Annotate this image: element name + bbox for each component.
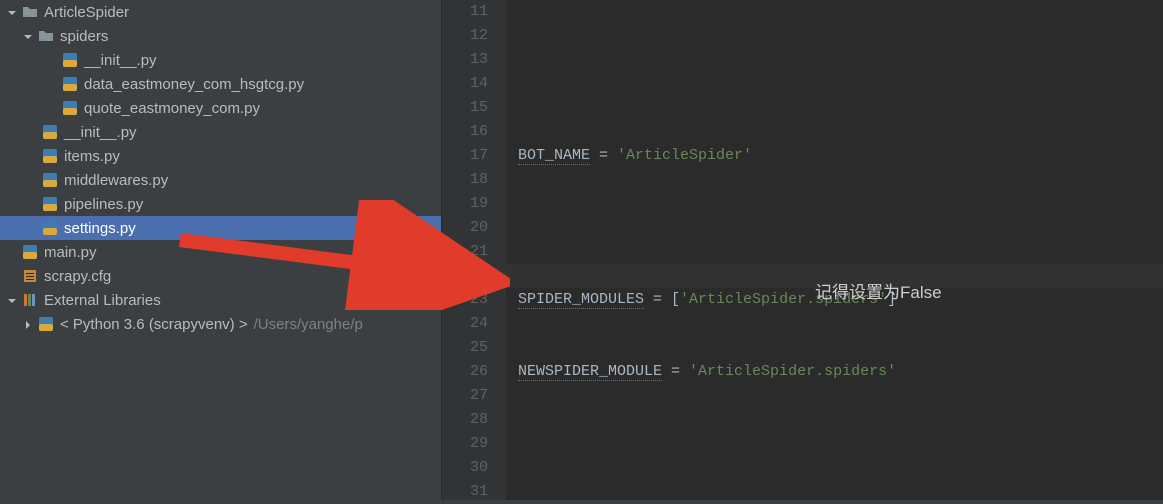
tree-file-items[interactable]: items.py xyxy=(0,144,441,168)
tree-label: settings.py xyxy=(64,220,136,237)
folder-icon xyxy=(22,4,38,20)
tree-label: < Python 3.6 (scrapyvenv) > xyxy=(60,316,248,333)
gutter-line-number: 28 xyxy=(442,408,488,432)
gutter-line-number: 31 xyxy=(442,480,488,504)
python-file-icon xyxy=(42,220,58,236)
gutter-line-number: 13 xyxy=(442,48,488,72)
library-icon xyxy=(22,292,38,308)
gutter-line-number: 23 xyxy=(442,288,488,312)
gutter-line-number: 24 xyxy=(442,312,488,336)
gutter-line-number: 16 xyxy=(442,120,488,144)
gutter-line-number: 26 xyxy=(442,360,488,384)
code-line xyxy=(518,432,1163,456)
gutter-line-number: 30 xyxy=(442,456,488,480)
tree-label: items.py xyxy=(64,148,120,165)
python-file-icon xyxy=(62,52,78,68)
tree-file-init-root[interactable]: __init__.py xyxy=(0,120,441,144)
tree-python-env[interactable]: < Python 3.6 (scrapyvenv) > /Users/yangh… xyxy=(0,312,441,336)
gutter-line-number: 27 xyxy=(442,384,488,408)
tree-label: middlewares.py xyxy=(64,172,168,189)
gutter-line-number: 20 xyxy=(442,216,488,240)
python-file-icon xyxy=(42,172,58,188)
tree-folder-root[interactable]: ArticleSpider xyxy=(0,0,441,24)
python-file-icon xyxy=(42,148,58,164)
python-file-icon xyxy=(62,76,78,92)
gutter-line-number: 17 xyxy=(442,144,488,168)
tree-file-pipelines[interactable]: pipelines.py xyxy=(0,192,441,216)
tree-label: data_eastmoney_com_hsgtcg.py xyxy=(84,76,304,93)
tree-folder-spiders[interactable]: spiders xyxy=(0,24,441,48)
code-line xyxy=(518,216,1163,240)
project-tree-panel: ArticleSpider spiders __init__.py data_e… xyxy=(0,0,442,500)
config-file-icon xyxy=(22,268,38,284)
chevron-right-icon xyxy=(22,318,34,330)
tree-label: ArticleSpider xyxy=(44,4,129,21)
tree-label: External Libraries xyxy=(44,292,161,309)
tree-label: scrapy.cfg xyxy=(44,268,111,285)
editor-gutter[interactable]: 11 12 13 14 15 16 17 18 19 20 21 22 23 2… xyxy=(442,0,506,500)
tree-label: main.py xyxy=(44,244,97,261)
gutter-line-number: 19 xyxy=(442,192,488,216)
gutter-line-number: 29 xyxy=(442,432,488,456)
tree-label: __init__.py xyxy=(84,52,157,69)
python-file-icon xyxy=(22,244,38,260)
tree-file-init-spiders[interactable]: __init__.py xyxy=(0,48,441,72)
code-line: NEWSPIDER_MODULE = 'ArticleSpider.spider… xyxy=(518,360,1163,384)
chevron-down-icon xyxy=(22,30,34,42)
python-sdk-icon xyxy=(38,316,54,332)
tree-label: __init__.py xyxy=(64,124,137,141)
python-file-icon xyxy=(42,196,58,212)
tree-file-settings[interactable]: settings.py xyxy=(0,216,441,240)
tree-file-middlewares[interactable]: middlewares.py xyxy=(0,168,441,192)
gutter-line-number: 22 xyxy=(442,264,488,288)
tree-label: pipelines.py xyxy=(64,196,143,213)
annotation-text: 记得设置为False xyxy=(815,278,942,303)
tree-file-main[interactable]: main.py xyxy=(0,240,441,264)
folder-icon xyxy=(38,28,54,44)
chevron-down-icon xyxy=(6,294,18,306)
tree-label-path: /Users/yanghe/p xyxy=(254,316,363,333)
tree-label: quote_eastmoney_com.py xyxy=(84,100,260,117)
code-line xyxy=(518,72,1163,96)
code-line: BOT_NAME = 'ArticleSpider' xyxy=(518,144,1163,168)
chevron-down-icon xyxy=(6,6,18,18)
tree-file-quote-eastmoney[interactable]: quote_eastmoney_com.py xyxy=(0,96,441,120)
gutter-line-number: 25 xyxy=(442,336,488,360)
tree-label: spiders xyxy=(60,28,108,45)
gutter-line-number: 12 xyxy=(442,24,488,48)
gutter-line-number: 11 xyxy=(442,0,488,24)
tree-external-libraries[interactable]: External Libraries xyxy=(0,288,441,312)
gutter-line-number: 18 xyxy=(442,168,488,192)
tree-file-data-eastmoney[interactable]: data_eastmoney_com_hsgtcg.py xyxy=(0,72,441,96)
tree-file-scrapy-cfg[interactable]: scrapy.cfg xyxy=(0,264,441,288)
gutter-line-number: 21 xyxy=(442,240,488,264)
python-file-icon xyxy=(62,100,78,116)
python-file-icon xyxy=(42,124,58,140)
gutter-line-number: 14 xyxy=(442,72,488,96)
code-editor[interactable]: BOT_NAME = 'ArticleSpider' SPIDER_MODULE… xyxy=(506,0,1163,500)
gutter-line-number: 15 xyxy=(442,96,488,120)
